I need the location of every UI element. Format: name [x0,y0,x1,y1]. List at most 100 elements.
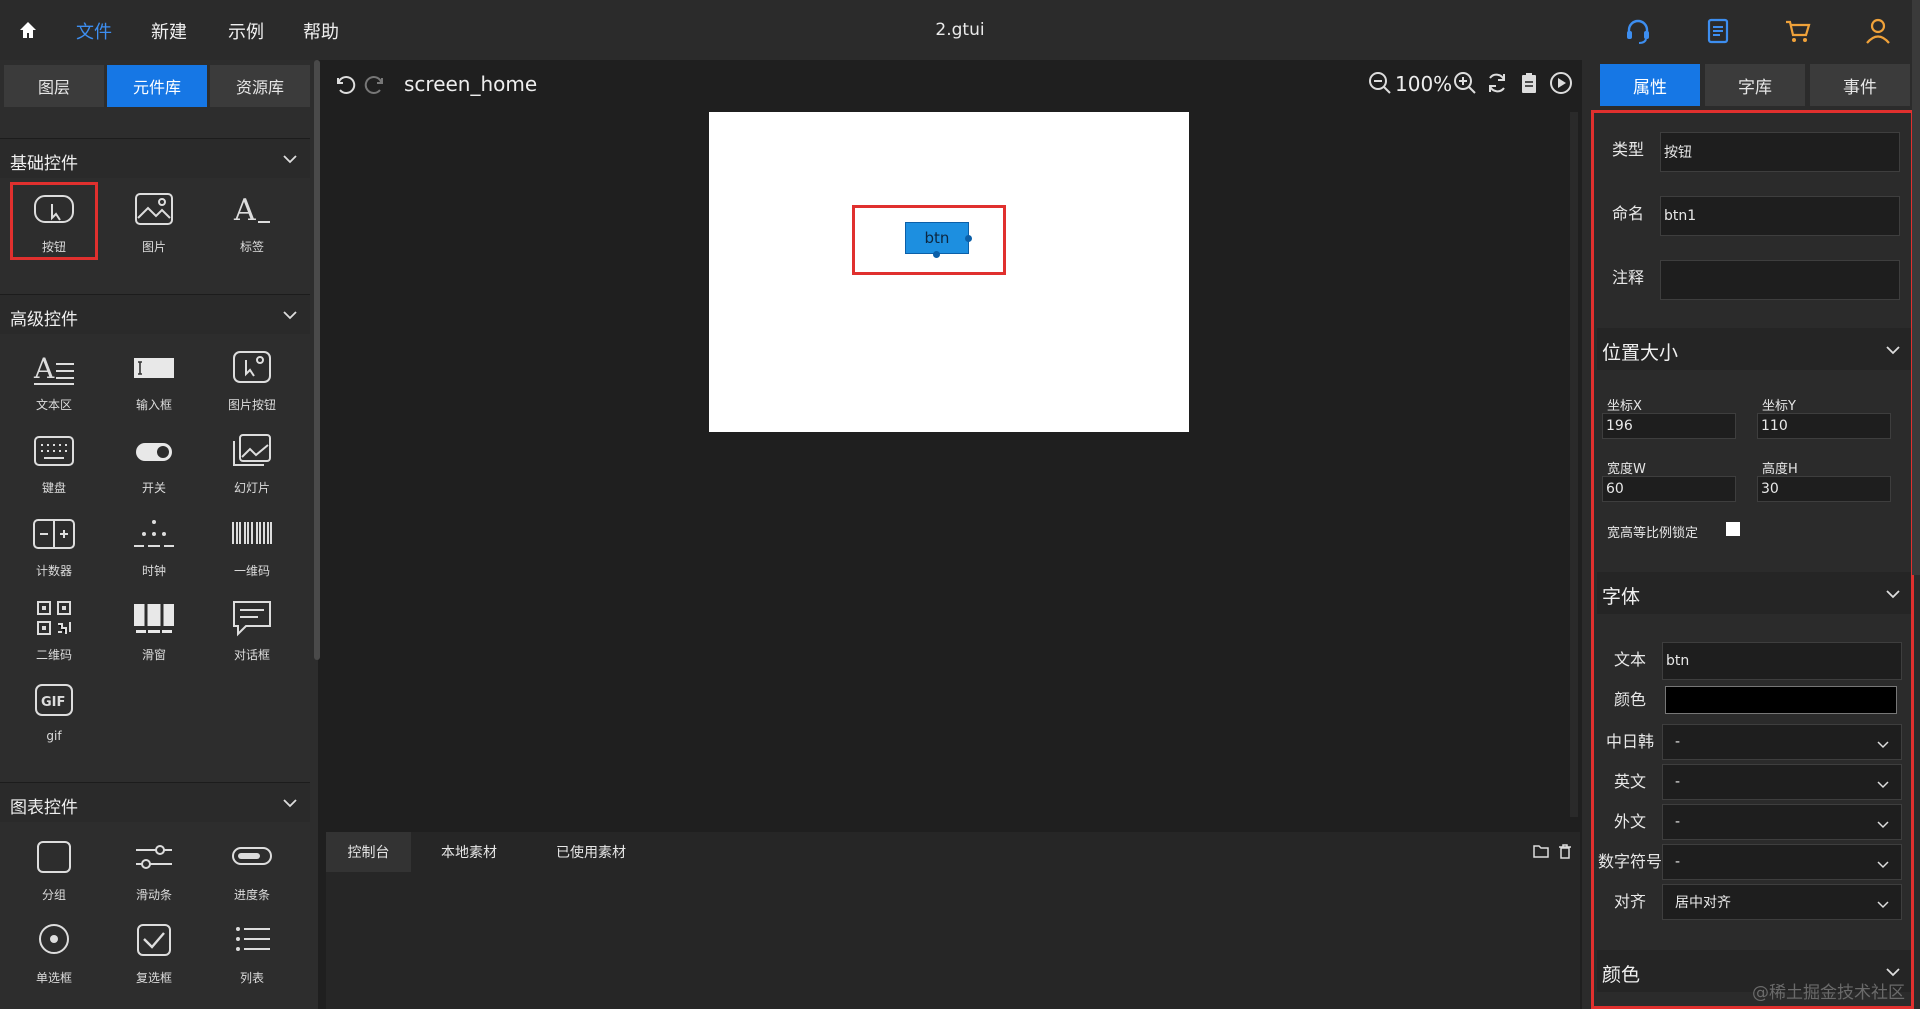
properties-panel: 属性 字库 事件 类型 按钮 命名 btn1 注释 位置大小 坐标X 196 坐… [1582,60,1920,1009]
cart-icon[interactable] [1783,16,1813,46]
tab-resources[interactable]: 资源库 [210,65,310,107]
widget-clock[interactable]: 时钟 [110,506,198,584]
widget-label: 滑窗 [141,648,166,662]
resize-handle[interactable] [933,251,940,258]
zoom-out-icon[interactable] [1367,70,1393,96]
widget-progress[interactable]: 进度条 [208,830,296,908]
menu-help[interactable]: 帮助 [303,18,339,44]
radio-icon [39,924,69,954]
type-value: 按钮 [1664,145,1692,161]
align-select[interactable]: 居中对齐 [1662,884,1902,920]
text-field[interactable]: btn [1662,642,1902,680]
widget-checkbox[interactable]: 复选框 [110,913,198,991]
height-value: 30 [1761,481,1779,497]
widget-list[interactable]: 列表 [208,913,296,991]
section-advanced-title: 高级控件 [10,310,78,330]
digit-font-select[interactable]: - [1662,844,1902,880]
trash-icon[interactable] [1556,842,1574,860]
foreign-value: - [1675,814,1681,830]
document-icon[interactable] [1703,16,1733,46]
widget-dialog[interactable]: 对话框 [208,590,296,668]
english-font-select[interactable]: - [1662,764,1902,800]
menu-examples[interactable]: 示例 [228,18,264,44]
widget-qrcode[interactable]: 二维码 [10,590,98,668]
canvas-button[interactable]: btn [905,222,969,254]
width-field[interactable]: 60 [1602,476,1736,502]
progress-icon [232,847,272,865]
section-advanced[interactable]: 高级控件 [0,294,310,334]
widget-counter[interactable]: 计数器 [10,506,98,584]
height-field[interactable]: 30 [1757,476,1891,502]
resize-handle[interactable] [965,235,972,242]
section-font[interactable]: 字体 [1597,572,1911,614]
tab-widgets[interactable]: 元件库 [107,65,207,107]
tab-events[interactable]: 事件 [1810,64,1910,106]
x-field[interactable]: 196 [1602,413,1736,439]
tab-layers[interactable]: 图层 [4,65,104,107]
play-icon[interactable] [1548,70,1574,96]
zoom-level: 100% [1395,72,1453,96]
height-label: 高度H [1762,462,1798,477]
color-swatch[interactable] [1665,686,1897,714]
refresh-icon[interactable] [1484,70,1510,96]
section-basic[interactable]: 基础控件 [0,138,310,178]
chevron-down-icon [1877,741,1889,749]
widget-button[interactable]: 按钮 [10,182,98,260]
headset-icon[interactable] [1623,16,1653,46]
widget-gif[interactable]: GIF gif [10,673,98,751]
foreign-font-select[interactable]: - [1662,804,1902,840]
widget-group[interactable]: 分组 [10,830,98,908]
chevron-down-icon [1877,781,1889,789]
y-field[interactable]: 110 [1757,413,1891,439]
name-value: btn1 [1664,208,1697,224]
widget-image[interactable]: 图片 [110,182,198,260]
widget-slide-window[interactable]: 滑窗 [110,590,198,668]
cjk-font-select[interactable]: - [1662,724,1902,760]
widget-switch[interactable]: 开关 [110,423,198,501]
align-label: 对齐 [1614,892,1647,911]
widget-keyboard[interactable]: 键盘 [10,423,98,501]
widget-textarea[interactable]: A 文本区 [10,340,98,418]
widget-label: 分组 [41,888,66,902]
note-field[interactable] [1660,260,1900,300]
widget-label: 标签 [239,240,264,254]
canvas-scrollbar[interactable] [1570,112,1578,817]
design-stage[interactable]: btn [709,112,1189,432]
folder-icon[interactable] [1532,842,1550,860]
widget-label-control[interactable]: A 标签 [208,182,296,260]
section-font-title: 字体 [1602,586,1641,608]
tab-used-assets[interactable]: 已使用素材 [531,832,651,872]
lock-ratio-label: 宽高等比例锁定 [1607,526,1699,541]
home-icon[interactable] [18,20,38,40]
widget-slider[interactable]: 滑动条 [110,830,198,908]
menu-new[interactable]: 新建 [151,18,187,44]
widget-radio[interactable]: 单选框 [10,913,98,991]
tab-fonts[interactable]: 字库 [1705,64,1805,106]
text-value: btn [1666,653,1690,669]
tab-local-assets[interactable]: 本地素材 [419,832,519,872]
zoom-in-icon[interactable] [1452,70,1478,96]
widget-label: 对话框 [233,648,270,662]
lock-ratio-checkbox[interactable] [1726,522,1740,536]
undo-icon[interactable] [332,72,356,96]
tab-properties[interactable]: 属性 [1600,64,1700,106]
left-scrollbar[interactable] [314,60,320,660]
redo-icon[interactable] [364,72,388,96]
widget-input[interactable]: 输入框 [110,340,198,418]
type-field[interactable]: 按钮 [1660,132,1900,172]
clipboard-icon[interactable] [1516,70,1542,96]
chevron-down-icon [1877,821,1889,829]
menu-file[interactable]: 文件 [76,18,112,44]
widget-barcode[interactable]: 一维码 [208,506,296,584]
top-menu-bar: 文件 新建 示例 帮助 2.gtui [0,0,1920,60]
user-icon[interactable] [1863,16,1893,46]
tab-console[interactable]: 控制台 [326,832,411,872]
section-chart[interactable]: 图表控件 [0,782,310,822]
section-position-size[interactable]: 位置大小 [1597,328,1911,370]
widget-image-button[interactable]: 图片按钮 [208,340,296,418]
right-scrollbar[interactable] [1912,0,1920,575]
canvas-button-text: btn [924,229,950,247]
name-field[interactable]: btn1 [1660,196,1900,236]
widget-slideshow[interactable]: 幻灯片 [208,423,296,501]
slideshow-icon [233,434,271,466]
